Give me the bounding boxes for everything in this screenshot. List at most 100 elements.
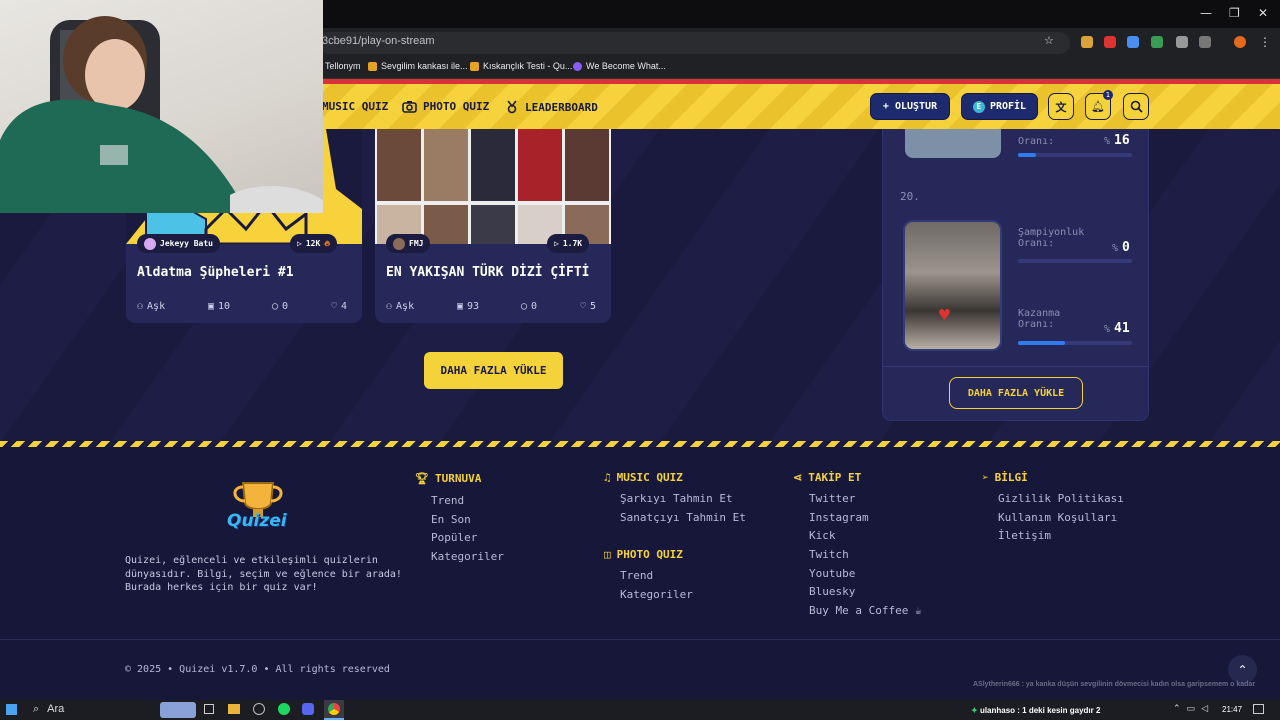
- quiz-thumbnail: [375, 129, 611, 244]
- address-bar[interactable]: 3cbe91/play-on-stream ☆: [318, 32, 1070, 54]
- url-text: 3cbe91/play-on-stream: [322, 35, 435, 47]
- footer-link-bluesky[interactable]: Bluesky: [809, 585, 855, 598]
- footer-link-instagram[interactable]: Instagram: [809, 511, 869, 524]
- footer-link-twitter[interactable]: Twitter: [809, 492, 855, 505]
- footer-link-photo-trend[interactable]: Trend: [620, 569, 653, 582]
- bookmark-item[interactable]: We Become What...: [573, 61, 666, 71]
- author-avatar: [144, 237, 156, 250]
- win-rate-label: Kazanma Oranı:: [1018, 308, 1061, 330]
- medal-icon: [507, 100, 517, 114]
- footer-link-youtube[interactable]: Youtube: [809, 567, 855, 580]
- trophy-icon: 🏆︎: [415, 472, 429, 485]
- leaderboard-thumbnail[interactable]: ♥: [903, 220, 1002, 351]
- rank-number: 20.: [900, 190, 920, 203]
- clock[interactable]: 21:47: [1222, 705, 1242, 714]
- footer-heading-photo: ◫ PHOTO QUIZ: [604, 548, 683, 561]
- create-button[interactable]: + OLUŞTUR: [870, 93, 950, 120]
- user-icon: ⚇: [386, 301, 393, 312]
- search-button[interactable]: [1123, 93, 1149, 120]
- spotify-icon[interactable]: [278, 703, 290, 715]
- chrome-taskbar-item[interactable]: [324, 700, 344, 720]
- avatar[interactable]: [1234, 36, 1246, 48]
- comment-icon: ◯: [272, 301, 279, 312]
- app-icon[interactable]: [253, 703, 265, 715]
- author-badge[interactable]: Jekeyy Batu: [137, 234, 220, 253]
- shield-extension-icon[interactable]: [1176, 36, 1188, 48]
- comments-stat: ◯ 0: [521, 301, 538, 312]
- camera-icon: ◫: [604, 548, 611, 561]
- volume-icon: ◁: [1201, 704, 1208, 714]
- nav-music-quiz[interactable]: MUSIC QUIZ: [322, 100, 388, 113]
- heart-icon: ♥: [939, 305, 950, 326]
- bookmark-item[interactable]: Sevgilim kankası ile...: [368, 61, 468, 71]
- windows-start-icon[interactable]: [6, 704, 17, 715]
- minimize-icon[interactable]: —: [1200, 6, 1212, 20]
- win-rate-label: Oranı:: [1018, 136, 1055, 147]
- browser-menu-icon[interactable]: ⋮: [1259, 35, 1271, 49]
- win-rate-value: % 41: [1104, 321, 1130, 336]
- quiz-card[interactable]: FMJ ▷ 1.7K EN YAKIŞAN TÜRK DİZİ ÇİFTİ ⚇ Aş…: [375, 129, 611, 323]
- heart-icon: ♡: [580, 301, 587, 312]
- discord-icon[interactable]: [302, 703, 314, 715]
- file-explorer-icon[interactable]: [228, 704, 240, 714]
- extension-icon[interactable]: [1151, 36, 1163, 48]
- chevron-up-icon: ⌃: [1237, 662, 1248, 677]
- system-tray[interactable]: ⌃ ▭ ◁: [1173, 704, 1208, 714]
- footer-link-latest[interactable]: En Son: [431, 513, 471, 526]
- profile-avatar: E: [972, 100, 985, 113]
- close-icon[interactable]: ✕: [1258, 6, 1268, 20]
- notification-center-icon[interactable]: [1253, 704, 1264, 714]
- likes-stat[interactable]: ♡ 4: [331, 301, 347, 312]
- load-more-button[interactable]: DAHA FAZLA YÜKLE: [424, 352, 563, 389]
- camera-icon: [402, 101, 417, 113]
- footer-link-twitch[interactable]: Twitch: [809, 548, 849, 561]
- likes-stat[interactable]: ♡ 5: [580, 301, 596, 312]
- restore-icon[interactable]: ❐: [1229, 6, 1240, 20]
- footer-link-photo-categories[interactable]: Kategoriler: [620, 588, 693, 601]
- quiz-title[interactable]: Aldatma Şüpheleri #1: [137, 265, 294, 280]
- quiz-title[interactable]: EN YAKIŞAN TÜRK DİZİ ÇİFTİ: [386, 265, 590, 280]
- footer-link-categories[interactable]: Kategoriler: [431, 550, 504, 563]
- chrome-icon: [328, 703, 340, 715]
- category-stat: ⚇ Aşk: [137, 301, 166, 312]
- footer-link-trend[interactable]: Trend: [431, 494, 464, 507]
- footer-link-popular[interactable]: Popüler: [431, 531, 477, 544]
- user-icon: ⚇: [137, 301, 144, 312]
- search-icon: [1130, 100, 1143, 113]
- translate-button[interactable]: 文: [1048, 93, 1074, 120]
- bell-icon: 🔔︎: [1091, 100, 1105, 113]
- win-rate-value: % 16: [1104, 133, 1130, 148]
- footer-link-guess-artist[interactable]: Sanatçıyı Tahmin Et: [620, 511, 746, 524]
- taskbar-search[interactable]: ⌕ Ara: [33, 703, 64, 716]
- notifications-button[interactable]: 🔔︎ 1: [1085, 90, 1113, 120]
- footer-link-coffee[interactable]: Buy Me a Coffee ☕: [809, 604, 922, 617]
- chat-overlay-message: ASlytherin666 : ya kanka düşün sevgilini…: [973, 681, 1256, 688]
- nav-leaderboard[interactable]: LEADERBOARD: [505, 100, 598, 114]
- task-view-icon[interactable]: [204, 704, 214, 714]
- leaderboard-load-more-button[interactable]: DAHA FAZLA YÜKLE: [949, 377, 1083, 409]
- search-icon: ⌕: [33, 703, 40, 715]
- footer-link-contact[interactable]: İletişim: [998, 529, 1051, 542]
- champion-rate-value: % 0: [1112, 240, 1130, 255]
- bookmark-item[interactable]: Tellonym: [325, 61, 361, 71]
- extension-icon[interactable]: [1127, 36, 1139, 48]
- extension-icon[interactable]: [1081, 36, 1093, 48]
- nav-photo-quiz[interactable]: PHOTO QUIZ: [402, 100, 489, 113]
- taskbar-widget[interactable]: [160, 702, 196, 718]
- bookmark-item[interactable]: Kıskançlık Testi - Qu...: [470, 61, 572, 71]
- footer-link-kick[interactable]: Kick: [809, 529, 836, 542]
- profile-button[interactable]: E PROFİL: [961, 93, 1038, 120]
- puzzle-extensions-icon[interactable]: [1199, 36, 1211, 48]
- footer-link-terms[interactable]: Kullanım Koşulları: [998, 511, 1117, 524]
- send-icon: ➢: [982, 471, 989, 484]
- quizei-logo[interactable]: Quizei: [219, 477, 297, 539]
- footer-link-guess-song[interactable]: Şarkıyı Tahmin Et: [620, 492, 733, 505]
- footer-heading-turnuva: 🏆︎ TURNUVA: [415, 472, 482, 485]
- footer-link-privacy[interactable]: Gizlilik Politikası: [998, 492, 1124, 505]
- author-badge[interactable]: FMJ: [386, 234, 431, 253]
- bookmark-star-icon[interactable]: ☆: [1044, 34, 1054, 47]
- leaderboard-thumbnail[interactable]: [905, 129, 1001, 158]
- extension-icon[interactable]: [1104, 36, 1116, 48]
- champion-rate-label: Şampiyonluk Oranı:: [1018, 227, 1085, 249]
- questions-stat: ▣ 93: [457, 301, 480, 312]
